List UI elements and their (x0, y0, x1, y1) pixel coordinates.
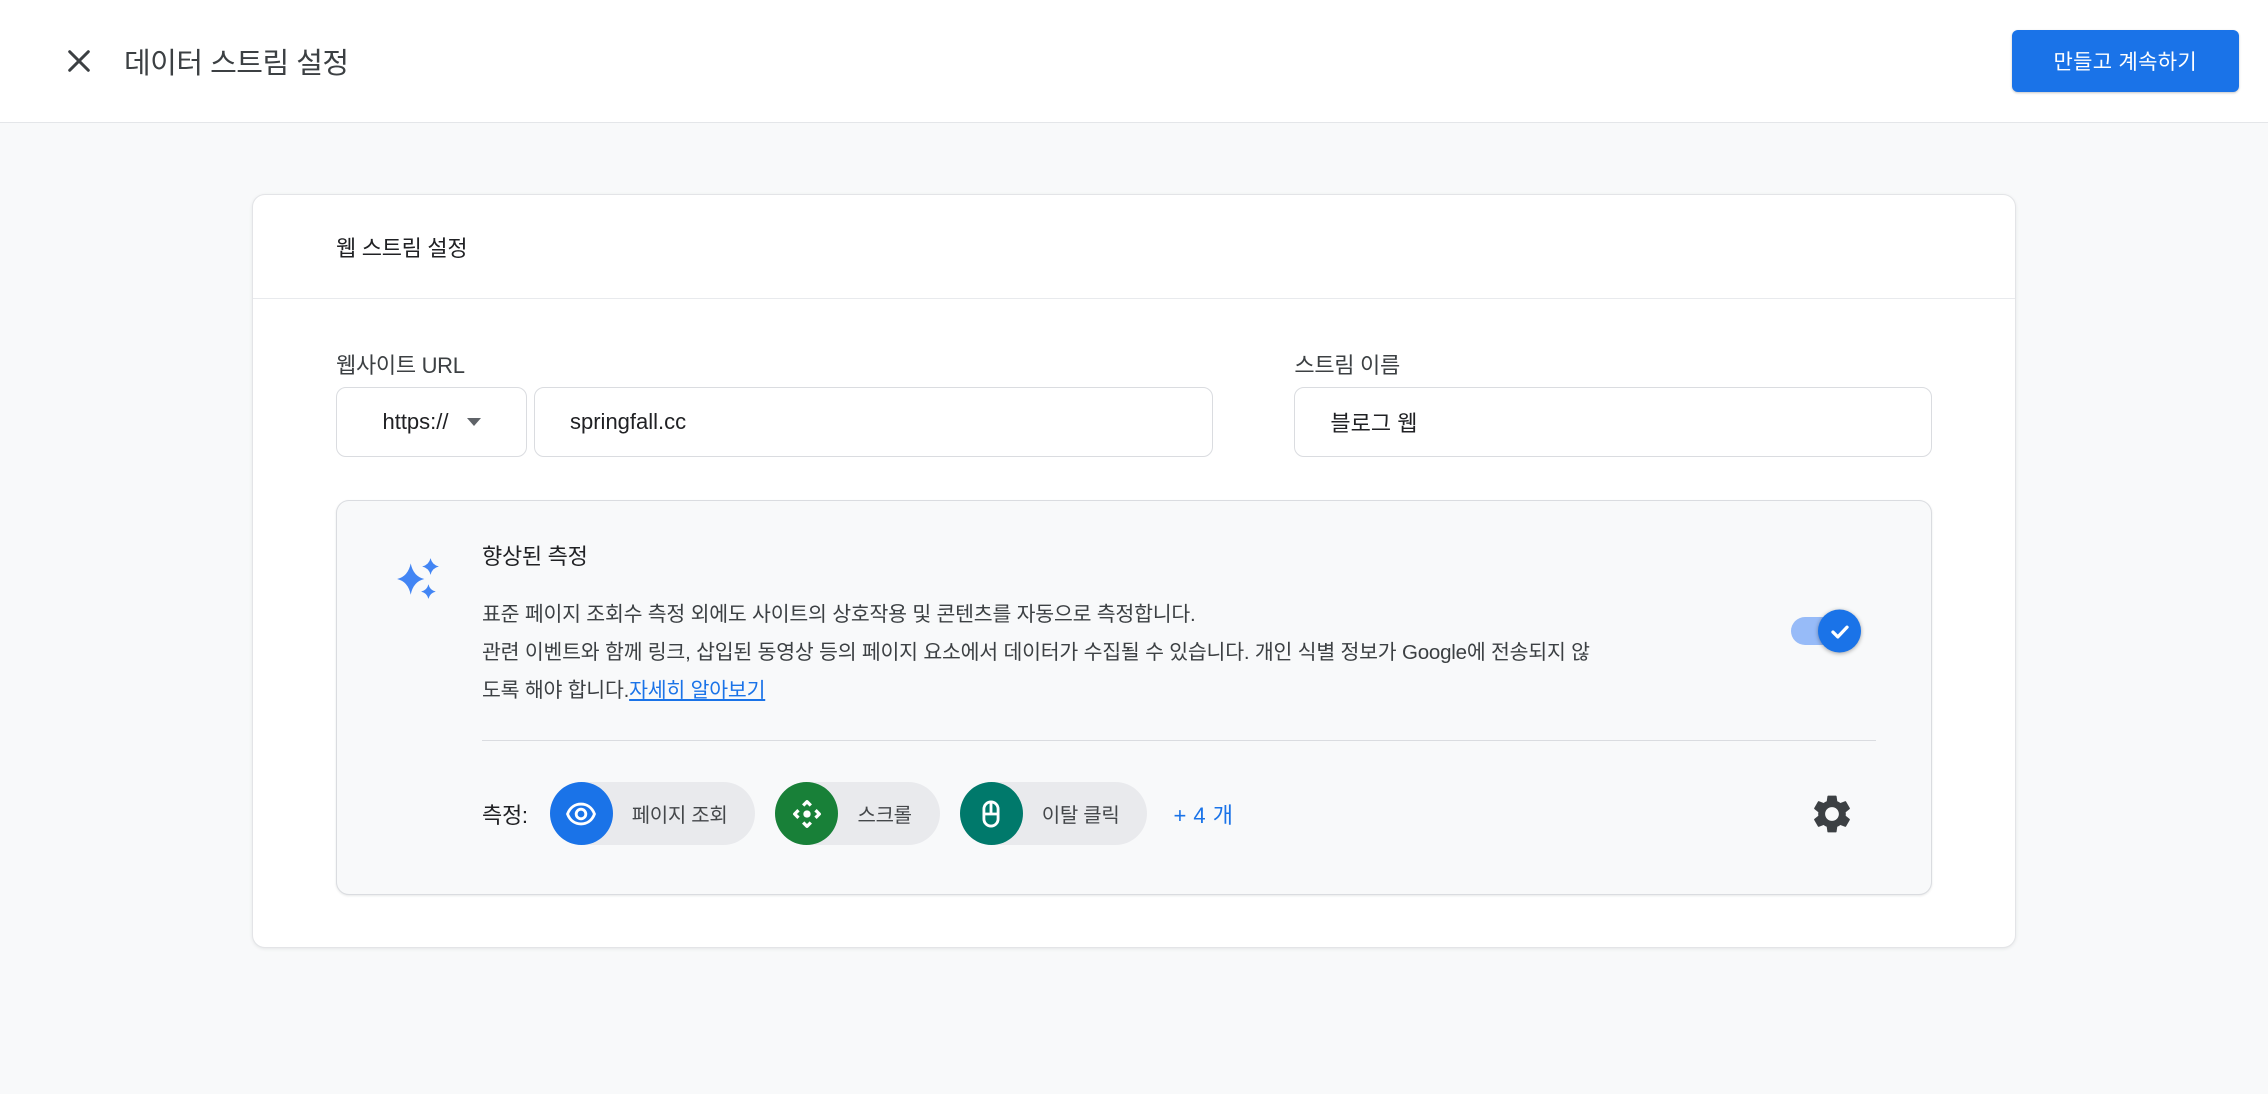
enhanced-measurement-toggle[interactable] (1791, 617, 1859, 645)
website-url-input-row: https:// (336, 387, 1213, 457)
chip-label: 페이지 조회 (632, 799, 728, 828)
close-icon (63, 45, 95, 77)
more-chips-link[interactable]: + 4 개 (1173, 798, 1233, 830)
description-line: 관련 이벤트와 함께 링크, 삽입된 동영상 등의 페이지 요소에서 데이터가 … (482, 634, 1876, 672)
gear-icon (1809, 791, 1855, 837)
card-header: 웹 스트림 설정 (253, 195, 2015, 299)
enhanced-measurement-description: 표준 페이지 조회수 측정 외에도 사이트의 상호작용 및 콘텐츠를 자동으로 … (482, 596, 1876, 710)
section-title: 웹 스트림 설정 (336, 231, 467, 263)
page-title: 데이터 스트림 설정 (124, 40, 349, 82)
chip-label: 이탈 클릭 (1042, 799, 1120, 828)
website-url-label: 웹사이트 URL (336, 353, 1213, 379)
chip-label: 스크롤 (857, 799, 911, 828)
measure-row: 측정: 페이지 조회 (482, 782, 1876, 845)
website-url-input[interactable] (534, 387, 1213, 457)
check-icon (1827, 618, 1853, 644)
stream-name-input[interactable] (1294, 387, 1932, 457)
stream-name-field: 스트림 이름 (1294, 353, 1932, 457)
panel-divider (482, 740, 1876, 741)
description-line: 도록 해야 합니다. (482, 679, 629, 702)
measure-label: 측정: (482, 798, 528, 830)
scroll-icon (775, 782, 838, 845)
close-button[interactable] (62, 44, 96, 78)
chip-outbound-click: 이탈 클릭 (960, 782, 1148, 845)
card-body: 웹사이트 URL https:// 스트림 이름 (253, 299, 2015, 947)
learn-more-link[interactable]: 자세히 알아보기 (629, 679, 765, 702)
chip-page-view: 페이지 조회 (550, 782, 756, 845)
description-line: 표준 페이지 조회수 측정 외에도 사이트의 상호작용 및 콘텐츠를 자동으로 … (482, 596, 1876, 634)
enhanced-measurement-title: 향상된 측정 (482, 542, 1876, 572)
protocol-value: https:// (382, 409, 448, 435)
stream-name-label: 스트림 이름 (1294, 353, 1932, 379)
chevron-down-icon (467, 418, 481, 426)
chip-scroll: 스크롤 (775, 782, 939, 845)
dialog-topbar: 데이터 스트림 설정 만들고 계속하기 (0, 0, 2268, 123)
create-and-continue-button[interactable]: 만들고 계속하기 (2012, 30, 2239, 92)
panel-content: 향상된 측정 표준 페이지 조회수 측정 외에도 사이트의 상호작용 및 콘텐츠… (482, 530, 1876, 845)
sparkle-icon (394, 554, 442, 845)
stream-form-row: 웹사이트 URL https:// 스트림 이름 (336, 353, 1932, 457)
mouse-icon (960, 782, 1023, 845)
website-url-field: 웹사이트 URL https:// (336, 353, 1213, 457)
enhanced-measurement-settings-button[interactable] (1808, 790, 1856, 838)
enhanced-measurement-panel: 향상된 측정 표준 페이지 조회수 측정 외에도 사이트의 상호작용 및 콘텐츠… (336, 500, 1932, 895)
web-stream-card: 웹 스트림 설정 웹사이트 URL https:// 스트림 이름 (252, 194, 2016, 948)
eye-icon (550, 782, 613, 845)
toggle-knob (1818, 610, 1861, 653)
panel-grid: 향상된 측정 표준 페이지 조회수 측정 외에도 사이트의 상호작용 및 콘텐츠… (394, 530, 1876, 845)
protocol-dropdown[interactable]: https:// (336, 387, 527, 457)
